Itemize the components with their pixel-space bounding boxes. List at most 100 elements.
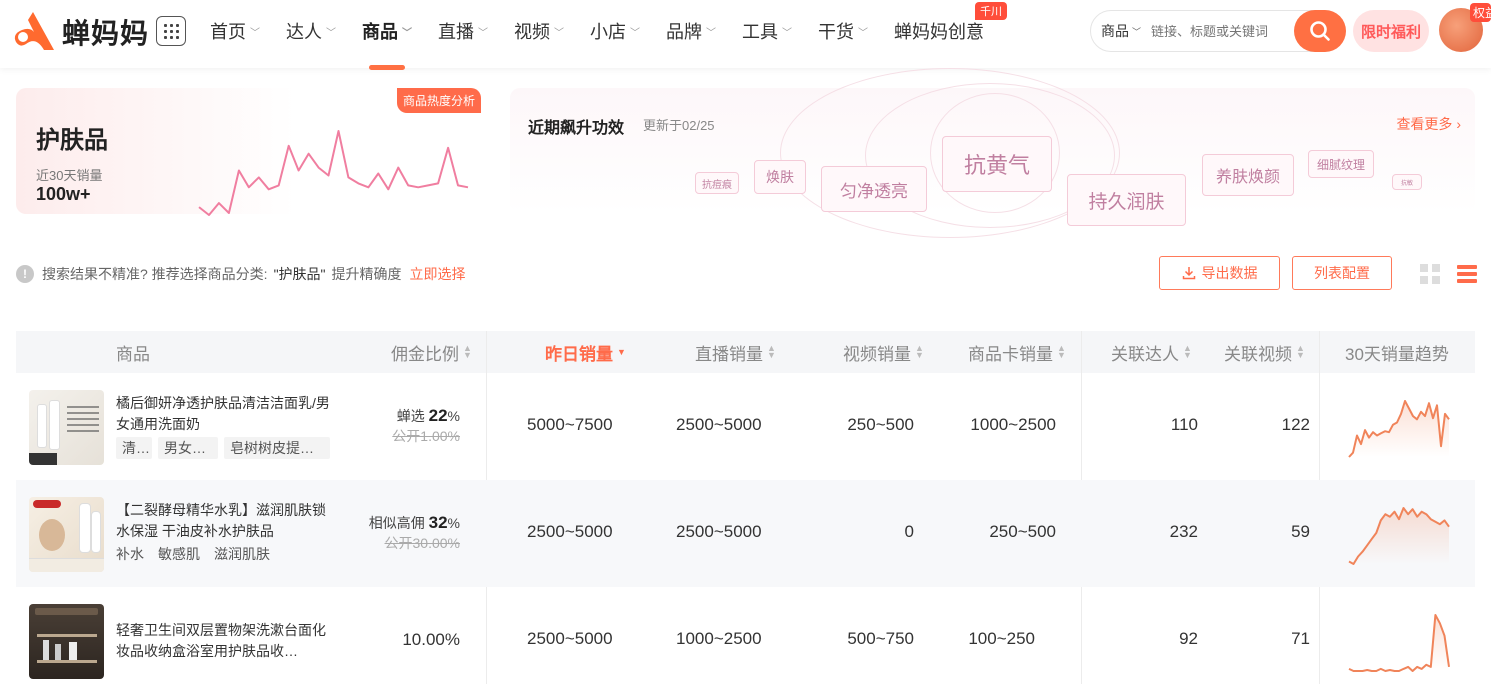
live-sales: 2500~5000 xyxy=(676,415,762,434)
chevron-right-icon: › xyxy=(1456,116,1461,132)
product-thumbnail[interactable] xyxy=(29,390,104,465)
shelf-shape xyxy=(37,634,97,637)
related-creators[interactable]: 110 xyxy=(1171,415,1198,435)
product-tags: 补水 敏感肌 滋润肌肤 xyxy=(116,544,284,564)
product-name[interactable]: 轻奢卫生间双层置物架洗漱台面化妆品收纳盒浴室用护肤品收… xyxy=(116,620,336,662)
grid-view-icon[interactable] xyxy=(1420,264,1440,284)
product-thumbnail[interactable] xyxy=(29,604,104,679)
sales-label: 近30天销量 xyxy=(36,168,103,183)
commission-cell: 相似高佣 32% 公开30.00% xyxy=(369,513,460,553)
hint-category: "护肤品" xyxy=(273,266,326,282)
select-category-link[interactable]: 立即选择 xyxy=(410,264,466,284)
table-row[interactable]: 轻奢卫生间双层置物架洗漱台面化妆品收纳盒浴室用护肤品收… 10.00% 2500… xyxy=(16,587,1475,694)
product-name[interactable]: 【二裂酵母精华水乳】滋润肌肤锁水保湿 干油皮补水护肤品 xyxy=(116,500,336,542)
bottle-shape xyxy=(69,642,77,660)
menu-item-brand[interactable]: 品牌 ﹀ xyxy=(666,18,716,44)
export-button[interactable]: 导出数据 xyxy=(1159,256,1280,290)
tube-shape xyxy=(37,404,47,448)
menu-item-articles[interactable]: 干货 ﹀ xyxy=(818,18,868,44)
sales-value: 100w+ xyxy=(36,184,91,204)
yesterday-sales: 5000~7500 xyxy=(527,415,613,434)
menu-label: 直播 xyxy=(438,22,474,42)
search-input[interactable] xyxy=(1151,23,1282,39)
product-thumbnail[interactable] xyxy=(29,497,104,572)
product-tag: 男女… xyxy=(158,437,218,459)
apps-grid-icon[interactable] xyxy=(156,16,186,46)
column-config-button[interactable]: 列表配置 xyxy=(1292,256,1392,290)
th-live-sales[interactable]: 直播销量 ▲ ▼ xyxy=(695,331,776,373)
see-more-link[interactable]: 查看更多 › xyxy=(1396,114,1461,134)
product-tag: 补水 xyxy=(116,546,144,562)
card-sales: 250~500 xyxy=(989,522,1056,541)
effect-word[interactable]: 持久润肤 xyxy=(1067,174,1186,226)
effects-title: 近期飙升功效 xyxy=(528,120,625,137)
th-videos[interactable]: 关联视频 ▲ ▼ xyxy=(1224,331,1305,373)
effect-word[interactable]: 抗黄气 xyxy=(942,136,1052,192)
related-videos[interactable]: 122 xyxy=(1282,415,1310,435)
effect-word[interactable]: 细腻纹理 xyxy=(1308,150,1374,178)
effect-word[interactable]: 匀净透亮 xyxy=(821,166,927,212)
list-view-icon[interactable] xyxy=(1457,264,1477,284)
related-videos[interactable]: 71 xyxy=(1291,629,1310,649)
related-videos[interactable]: 59 xyxy=(1291,522,1310,542)
heat-trend-line xyxy=(198,130,469,216)
effect-word[interactable]: 焕肤 xyxy=(754,160,806,194)
menu-label: 视频 xyxy=(514,22,550,42)
hint-suffix: 提升精确度 xyxy=(331,266,402,282)
effect-word[interactable]: 抗敏 xyxy=(1392,174,1422,190)
sort-desc-icon: ▼ xyxy=(617,346,626,357)
heat-trend-chart xyxy=(198,130,469,216)
table-row[interactable]: 【二裂酵母精华水乳】滋润肌肤锁水保湿 干油皮补水护肤品 补水 敏感肌 滋润肌肤 … xyxy=(16,480,1475,587)
related-creators[interactable]: 232 xyxy=(1170,522,1198,542)
text-block-shape xyxy=(67,406,99,432)
menu-item-live[interactable]: 直播 ﹀ xyxy=(438,18,488,44)
sales-sparkline xyxy=(1348,614,1450,672)
product-name[interactable]: 橘后御妍净透护肤品清洁洁面乳/男女通用洗面奶 xyxy=(116,393,336,435)
badge-shape xyxy=(29,453,57,465)
menu-item-products[interactable]: 商品 ﹀ xyxy=(362,18,412,70)
menu-item-creative[interactable]: 蝉妈妈创意 xyxy=(894,18,984,44)
effect-word[interactable]: 养肤焕颜 xyxy=(1202,154,1294,196)
card-sales: 100~250 xyxy=(968,629,1035,648)
commission-public: 公开1.00% xyxy=(392,428,460,444)
promo-button[interactable]: 限时福利 xyxy=(1353,10,1429,52)
chevron-down-icon: ﹀ xyxy=(630,27,640,39)
th-yesterday-sales[interactable]: 昨日销量 ▼ xyxy=(545,331,626,373)
bottle-shape xyxy=(55,644,61,660)
commission-cell: 10.00% xyxy=(402,630,460,650)
menu-item-creators[interactable]: 达人 ﹀ xyxy=(286,18,336,44)
th-commission[interactable]: 佣金比例 ▲ ▼ xyxy=(391,331,472,373)
top-nav: 蝉妈妈 首页 ﹀ 达人 ﹀ 商品 ﹀ 直播 ﹀ 视频 ﹀ 小店 ﹀ 品牌 ﹀ 工具 ﹀ 干货 ﹀ … xyxy=(0,0,1491,70)
search-category-label: 商品 xyxy=(1101,23,1129,39)
menu-item-home[interactable]: 首页 ﹀ xyxy=(210,18,260,44)
yesterday-sales: 2500~5000 xyxy=(527,522,613,541)
th-creators[interactable]: 关联达人 ▲ ▼ xyxy=(1111,331,1192,373)
sort-icon: ▲ ▼ xyxy=(1057,343,1066,360)
bottle-shape xyxy=(79,503,91,553)
chevron-down-icon: ﹀ xyxy=(1132,26,1142,37)
logo[interactable]: 蝉妈妈 xyxy=(10,10,149,54)
commission-rate: 22 xyxy=(428,406,448,425)
sparkline-area xyxy=(1349,508,1449,564)
commission-rate: 10.00% xyxy=(402,630,460,649)
heat-analysis-tag[interactable]: 商品热度分析 xyxy=(396,88,481,113)
commission-prefix: 蝉选 xyxy=(396,408,425,424)
search-category-select[interactable]: 商品 ﹀ xyxy=(1101,21,1141,41)
menu-item-shop[interactable]: 小店 ﹀ xyxy=(590,18,640,44)
menu-item-tools[interactable]: 工具 ﹀ xyxy=(742,18,792,44)
search-button[interactable] xyxy=(1294,10,1346,52)
yesterday-sales: 2500~5000 xyxy=(527,629,613,648)
related-creators[interactable]: 92 xyxy=(1179,629,1198,649)
product-tag: 滋润肌肤 xyxy=(214,546,270,562)
bottle-shape xyxy=(91,511,101,553)
chevron-down-icon: ﹀ xyxy=(554,27,564,39)
chevron-down-icon: ﹀ xyxy=(706,27,716,39)
th-trend: 30天销量趋势 xyxy=(1345,344,1449,364)
th-card-sales[interactable]: 商品卡销量 ▲ ▼ xyxy=(968,331,1066,373)
menu-item-video[interactable]: 视频 ﹀ xyxy=(514,18,564,44)
menu-label: 蝉妈妈创意 xyxy=(894,22,984,42)
product-tag: 皂树树皮提… xyxy=(224,437,330,459)
effect-word[interactable]: 抗痘痕 xyxy=(695,172,739,194)
th-video-sales[interactable]: 视频销量 ▲ ▼ xyxy=(843,331,924,373)
table-row[interactable]: 橘后御妍净透护肤品清洁洁面乳/男女通用洗面奶 清… 男女… 皂树树皮提… 蝉选 … xyxy=(16,373,1475,480)
